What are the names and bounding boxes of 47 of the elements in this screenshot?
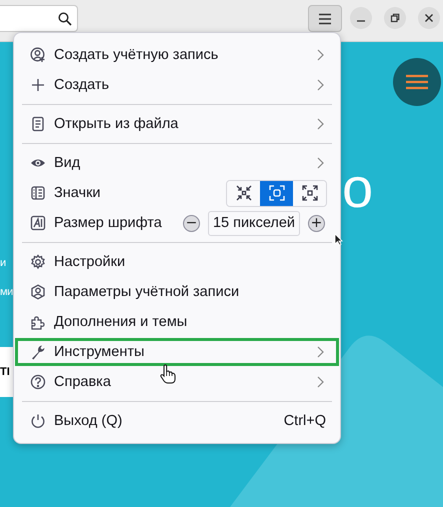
menu-item[interactable]: Параметры учётной записи bbox=[14, 277, 340, 307]
wrench-icon bbox=[30, 344, 46, 360]
person-icon bbox=[30, 284, 46, 300]
document-icon bbox=[30, 116, 46, 132]
menu-icon bbox=[405, 74, 429, 90]
menu-label: Значки bbox=[54, 185, 102, 201]
shrink-arrows-icon bbox=[234, 184, 252, 202]
puzzle-icon bbox=[30, 314, 46, 330]
menu-item[interactable]: Открыть из файла bbox=[14, 109, 340, 139]
gear-icon bbox=[30, 254, 46, 270]
menu-item[interactable]: Дополнения и темы bbox=[14, 307, 340, 337]
page-card: ТІ bbox=[0, 347, 13, 397]
restore-icon bbox=[390, 13, 400, 23]
menu-button[interactable] bbox=[308, 5, 342, 32]
font-size-field[interactable]: 15 пикселей bbox=[208, 210, 300, 236]
body-text: ми bbox=[0, 286, 13, 298]
menu-item[interactable]: Создать учётную запись bbox=[14, 40, 340, 70]
menu-icon bbox=[318, 12, 332, 24]
menu-item[interactable]: Выход (Q) Ctrl+Q bbox=[14, 406, 340, 436]
heading-text: о bbox=[342, 160, 374, 216]
font-icon bbox=[30, 215, 46, 231]
normal-icon-button[interactable] bbox=[260, 180, 293, 206]
help-icon bbox=[30, 374, 46, 390]
plus-icon bbox=[30, 77, 46, 93]
increase-button[interactable]: + bbox=[308, 214, 325, 232]
expand-arrows-icon bbox=[300, 184, 318, 202]
shortcut-text: Ctrl+Q bbox=[284, 413, 326, 429]
search-icon bbox=[58, 12, 72, 26]
sidebar-icon bbox=[30, 185, 46, 201]
restore-button[interactable] bbox=[384, 7, 406, 29]
menu-item[interactable]: Справка bbox=[14, 367, 340, 397]
account-icon bbox=[30, 47, 46, 63]
close-icon bbox=[424, 13, 434, 23]
menu-label: Размер шрифта bbox=[54, 215, 163, 231]
hamburger-button[interactable] bbox=[393, 58, 441, 106]
minimize-icon bbox=[357, 20, 365, 22]
hand-cursor-icon bbox=[160, 364, 176, 384]
focus-frame-icon bbox=[268, 184, 286, 202]
menu-item[interactable]: Вид bbox=[14, 148, 340, 178]
menu-item[interactable]: Создать bbox=[14, 70, 340, 100]
menu-item[interactable]: Настройки bbox=[14, 247, 340, 277]
decrease-button[interactable]: − bbox=[183, 214, 200, 232]
close-button[interactable] bbox=[418, 7, 440, 29]
body-text: и bbox=[0, 257, 6, 269]
search-field[interactable] bbox=[0, 5, 78, 32]
power-icon bbox=[30, 413, 46, 429]
menu-item[interactable]: Инструменты bbox=[14, 337, 340, 367]
